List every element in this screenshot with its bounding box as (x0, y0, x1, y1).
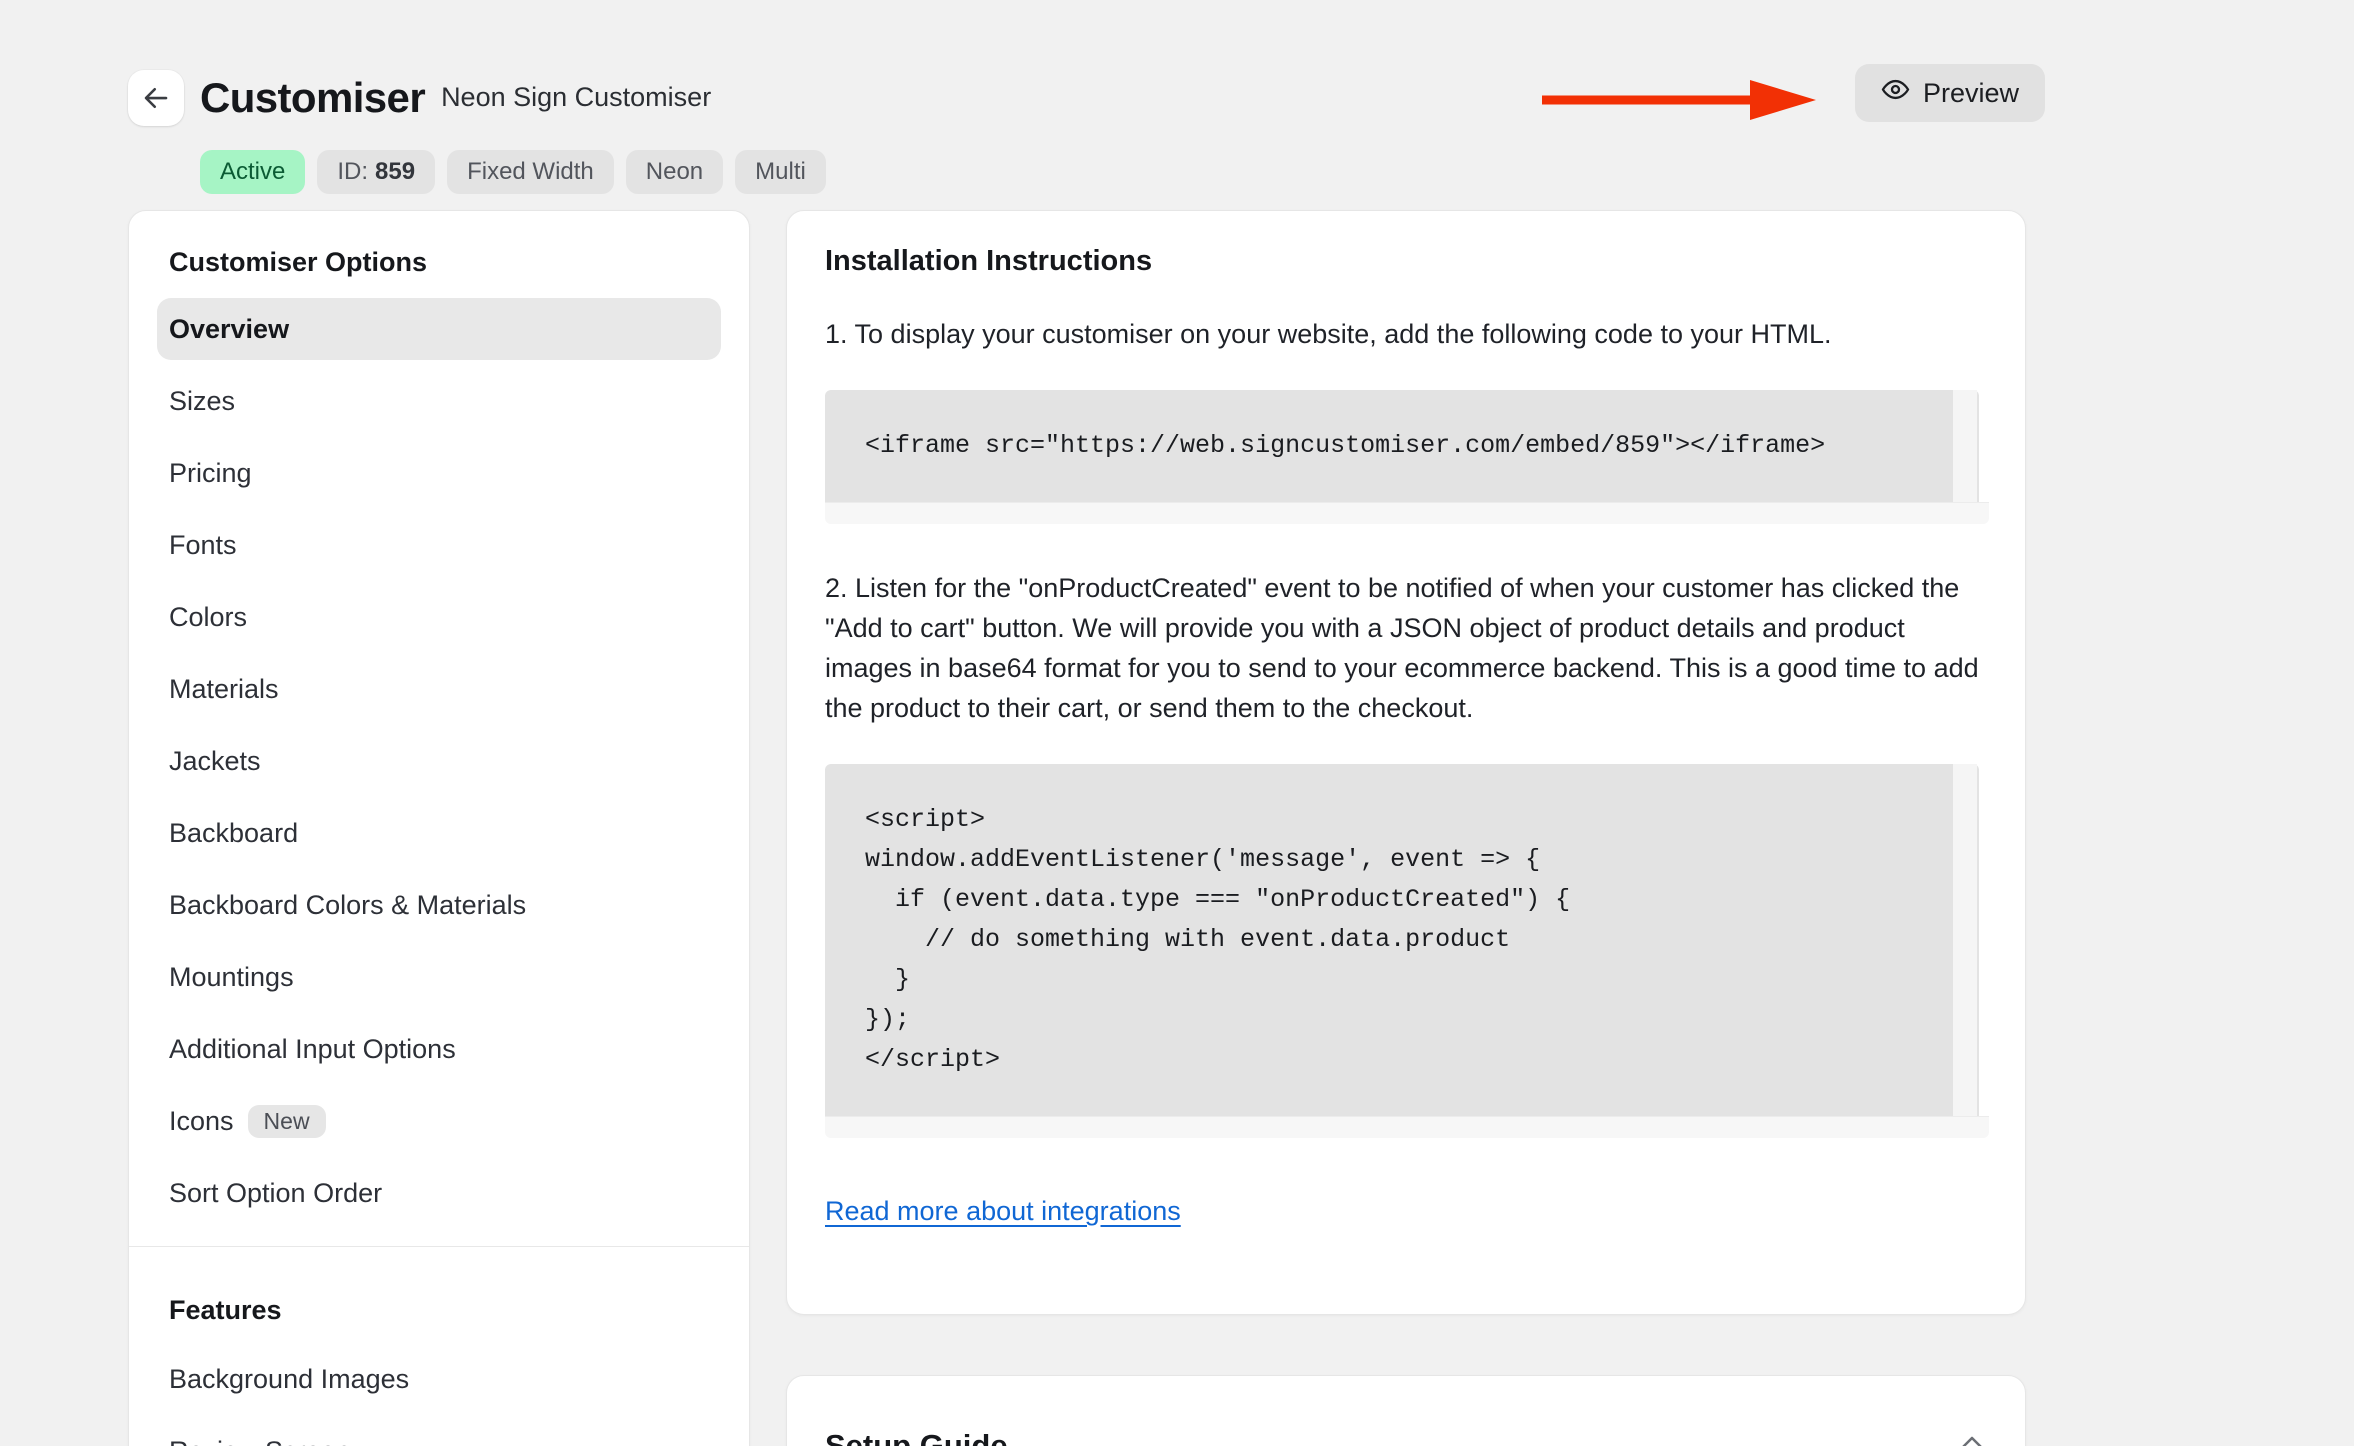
title-row: Customiser Neon Sign Customiser (128, 60, 826, 136)
page-subtitle: Neon Sign Customiser (441, 84, 711, 113)
badge-neon-label: Neon (646, 158, 703, 186)
sidebar-item-label: Additional Input Options (169, 1034, 456, 1065)
sidebar-item-backboard-colors-materials[interactable]: Backboard Colors & Materials (157, 874, 721, 936)
setup-guide-panel: Setup Guide (786, 1375, 2026, 1446)
sidebar-heading: Customiser Options (129, 247, 749, 278)
sidebar-item-label: Materials (169, 674, 279, 705)
code-block-script-wrapper: <script> window.addEventListener('messag… (825, 764, 1987, 1138)
read-more-integrations-link[interactable]: Read more about integrations (825, 1196, 1181, 1227)
chevron-up-icon[interactable] (1957, 1428, 1987, 1446)
sidebar-item-sort-option-order[interactable]: Sort Option Order (157, 1162, 721, 1224)
sidebar-item-overview[interactable]: Overview (157, 298, 721, 360)
installation-instructions-panel: Installation Instructions 1. To display … (786, 210, 2026, 1315)
annotation-arrow-icon (1540, 78, 1818, 122)
preview-button-label: Preview (1923, 78, 2019, 109)
sidebar-item-label: Sizes (169, 386, 235, 417)
sidebar-item-label: Mountings (169, 962, 294, 993)
badge-multi-label: Multi (755, 158, 806, 186)
code-block-script[interactable]: <script> window.addEventListener('messag… (825, 764, 1979, 1116)
setup-guide-title: Setup Guide (825, 1428, 1008, 1446)
sidebar-item-fonts[interactable]: Fonts (157, 514, 721, 576)
sidebar-item-icons[interactable]: Icons New (157, 1090, 721, 1152)
eye-icon (1881, 75, 1910, 111)
app-root: Customiser Neon Sign Customiser Active I… (0, 0, 2354, 1446)
header-left-group: Customiser Neon Sign Customiser Active I… (128, 60, 826, 194)
sidebar-item-backboard[interactable]: Backboard (157, 802, 721, 864)
sidebar-item-label: Pricing (169, 458, 252, 489)
sidebar-item-label: Fonts (169, 530, 237, 561)
id-badge: ID: 859 (317, 150, 435, 194)
arrow-left-icon (141, 83, 171, 113)
sidebar-item-materials[interactable]: Materials (157, 658, 721, 720)
sidebar-nav-list: Overview Sizes Pricing Fonts Colors Mate… (129, 298, 749, 1224)
badge-multi: Multi (735, 150, 826, 194)
page-title: Customiser (200, 77, 425, 119)
sidebar-item-label: Review Screen (169, 1436, 351, 1446)
back-button[interactable] (128, 70, 184, 126)
status-badge-label: Active (220, 158, 285, 186)
sidebar-divider (129, 1246, 749, 1247)
code-block-iframe-wrapper: <iframe src="https://web.signcustomiser.… (825, 390, 1987, 524)
page-header: Customiser Neon Sign Customiser Active I… (0, 0, 2354, 200)
sidebar-item-background-images[interactable]: Background Images (157, 1348, 721, 1410)
badge-group: Active ID: 859 Fixed Width Neon Multi (200, 150, 826, 194)
sidebar-item-label: Overview (169, 314, 289, 345)
code-horizontal-scrollbar[interactable] (825, 1116, 1989, 1138)
sidebar-item-pricing[interactable]: Pricing (157, 442, 721, 504)
sidebar-item-label: Icons (169, 1106, 234, 1137)
sidebar-item-label: Backboard (169, 818, 298, 849)
id-badge-value: 859 (375, 158, 415, 186)
sidebar-item-mountings[interactable]: Mountings (157, 946, 721, 1008)
sidebar-item-label: Background Images (169, 1364, 409, 1395)
code-horizontal-scrollbar[interactable] (825, 502, 1989, 524)
setup-guide-header[interactable]: Setup Guide (787, 1376, 2025, 1446)
sidebar-item-label: Backboard Colors & Materials (169, 890, 526, 921)
code-scroll-gutter (1953, 390, 1977, 502)
step-2-text: 2. Listen for the "onProductCreated" eve… (825, 568, 1987, 728)
badge-fixed-width: Fixed Width (447, 150, 614, 194)
code-scroll-gutter (1953, 764, 1977, 1116)
features-nav-list: Background Images Review Screen (129, 1348, 749, 1446)
features-heading: Features (129, 1295, 749, 1326)
sidebar-item-jackets[interactable]: Jackets (157, 730, 721, 792)
sidebar-item-colors[interactable]: Colors (157, 586, 721, 648)
badge-fixed-width-label: Fixed Width (467, 158, 594, 186)
status-badge: Active (200, 150, 305, 194)
sidebar-item-additional-input-options[interactable]: Additional Input Options (157, 1018, 721, 1080)
sidebar-item-label: Sort Option Order (169, 1178, 382, 1209)
section-title: Installation Instructions (825, 245, 1987, 278)
id-badge-label: ID: (337, 158, 368, 186)
badge-neon: Neon (626, 150, 723, 194)
sidebar-item-review-screen[interactable]: Review Screen (157, 1420, 721, 1446)
step-1-text: 1. To display your customiser on your we… (825, 314, 1987, 354)
preview-button[interactable]: Preview (1855, 64, 2045, 122)
sidebar-item-label: Jackets (169, 746, 261, 777)
sidebar-item-label: Colors (169, 602, 247, 633)
sidebar-item-sizes[interactable]: Sizes (157, 370, 721, 432)
code-block-iframe[interactable]: <iframe src="https://web.signcustomiser.… (825, 390, 1979, 502)
customiser-options-panel: Customiser Options Overview Sizes Pricin… (128, 210, 750, 1446)
new-badge: New (248, 1105, 326, 1138)
